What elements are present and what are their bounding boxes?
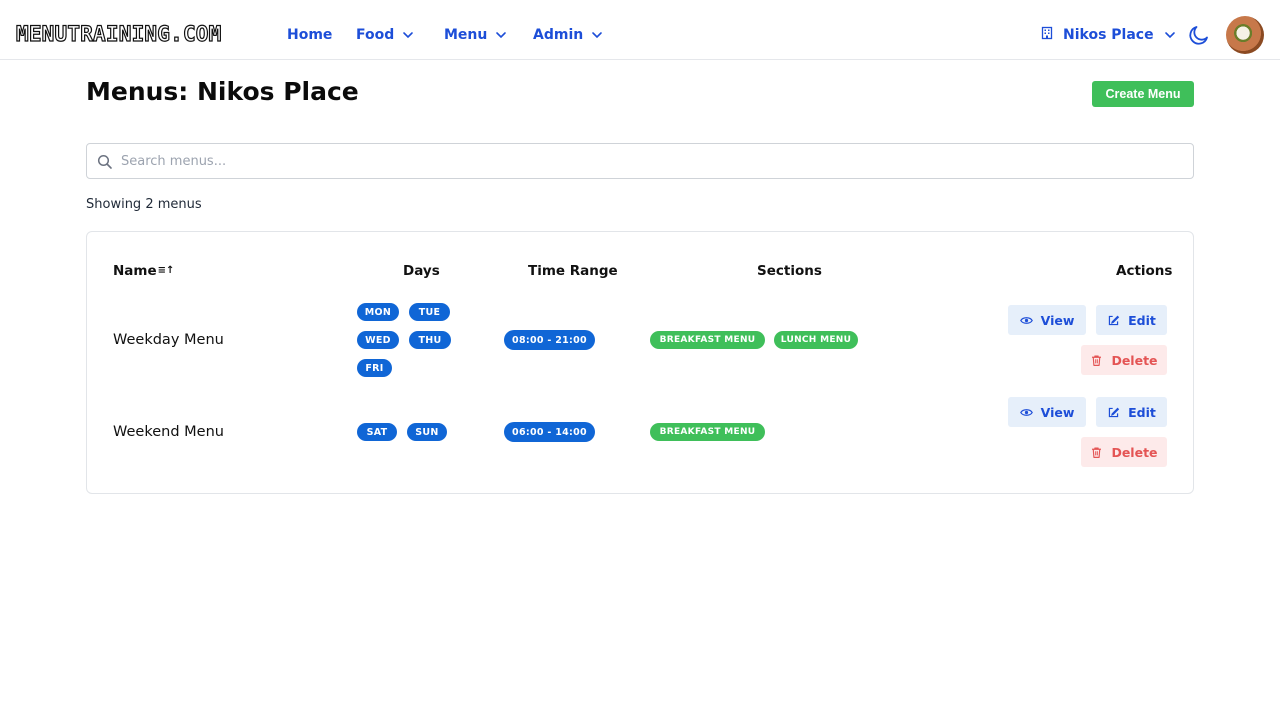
nav-admin-label: Admin (533, 27, 584, 43)
nav-food-dropdown[interactable]: Food (356, 24, 415, 46)
create-menu-button[interactable]: Create Menu (1092, 81, 1194, 107)
menus-table: Name ≡↑ Days Time Range Sections Actions… (86, 231, 1194, 494)
column-header-days: Days (403, 263, 440, 279)
eye-icon (1019, 314, 1033, 327)
section-badge: LUNCH MENU (774, 331, 858, 349)
edit-button-label: Edit (1128, 404, 1156, 420)
column-header-actions: Actions (1116, 263, 1173, 279)
view-button-label: View (1040, 312, 1075, 328)
section-badge: BREAKFAST MENU (650, 423, 765, 441)
view-button[interactable]: View (1008, 305, 1086, 335)
delete-button[interactable]: Delete (1081, 345, 1167, 375)
moon-icon[interactable] (1187, 23, 1211, 47)
nav-menu-dropdown[interactable]: Menu (444, 24, 508, 46)
trash-icon (1090, 354, 1103, 367)
nav-home[interactable]: Home (287, 24, 332, 46)
place-switcher[interactable]: Nikos Place (1040, 24, 1177, 46)
edit-icon (1107, 406, 1120, 419)
search-box (86, 143, 1194, 179)
day-badge: SAT (357, 423, 397, 441)
nav-admin-dropdown[interactable]: Admin (533, 24, 604, 46)
day-badge: THU (409, 331, 451, 349)
nav-food-label: Food (356, 27, 395, 43)
day-badge: TUE (409, 303, 450, 321)
section-badge: BREAKFAST MENU (650, 331, 765, 349)
day-badge: FRI (357, 359, 392, 377)
sort-ascending-icon: ≡↑ (157, 265, 175, 276)
time-range-badge: 08:00 - 21:00 (504, 330, 595, 350)
chevron-down-icon (1163, 28, 1177, 42)
column-header-time-range: Time Range (528, 263, 618, 279)
day-badge: WED (357, 331, 399, 349)
building-icon (1040, 26, 1054, 44)
user-avatar[interactable] (1226, 16, 1264, 54)
trash-icon (1090, 446, 1103, 459)
search-icon (97, 154, 113, 170)
results-count: Showing 2 menus (86, 197, 202, 212)
chevron-down-icon (494, 28, 508, 42)
search-input[interactable] (121, 145, 1181, 177)
eye-icon (1019, 406, 1033, 419)
nav-home-label: Home (287, 27, 333, 43)
delete-button-label: Delete (1111, 444, 1158, 460)
nav-menu-label: Menu (444, 27, 488, 43)
menu-name: Weekend Menu (113, 424, 224, 440)
site-logo[interactable]: MENUTRAINING.COM (15, 21, 221, 47)
edit-button[interactable]: Edit (1096, 397, 1167, 427)
page-title: Menus: Nikos Place (86, 77, 359, 106)
edit-icon (1107, 314, 1120, 327)
column-header-sections: Sections (757, 263, 822, 279)
edit-button-label: Edit (1128, 312, 1156, 328)
day-badge: SUN (407, 423, 447, 441)
chevron-down-icon (401, 28, 415, 42)
time-range-badge: 06:00 - 14:00 (504, 422, 595, 442)
edit-button[interactable]: Edit (1096, 305, 1167, 335)
day-badge: MON (357, 303, 399, 321)
column-header-name[interactable]: Name ≡↑ (113, 262, 174, 280)
chevron-down-icon (590, 28, 604, 42)
column-header-name-label: Name (113, 263, 157, 279)
delete-button[interactable]: Delete (1081, 437, 1167, 467)
delete-button-label: Delete (1111, 352, 1158, 368)
menu-name: Weekday Menu (113, 332, 224, 348)
view-button[interactable]: View (1008, 397, 1086, 427)
place-switcher-label: Nikos Place (1063, 27, 1154, 43)
top-navbar: MENUTRAINING.COM Home Food Menu Admin Ni… (0, 0, 1280, 60)
view-button-label: View (1040, 404, 1075, 420)
